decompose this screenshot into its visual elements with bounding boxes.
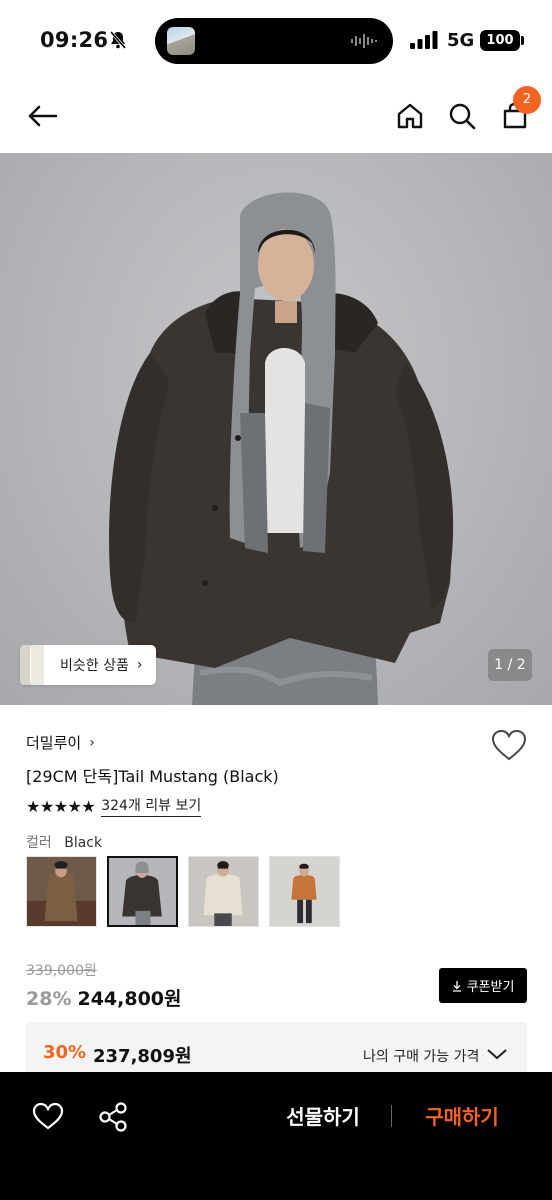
swatch-photo	[270, 857, 339, 926]
my-price: 237,809원	[93, 1046, 192, 1067]
status-bar: 09:26 5G 100	[0, 0, 552, 80]
network-label: 5G	[447, 30, 475, 51]
wishlist-heart-icon[interactable]	[490, 728, 528, 762]
sale-price: 244,800원	[77, 988, 182, 1010]
battery-tip	[521, 36, 524, 45]
home-button[interactable]	[390, 96, 430, 136]
similar-products-thumbnails	[20, 645, 46, 685]
color-swatch-camel[interactable]	[269, 856, 340, 927]
rating-stars: ★★★★★	[26, 796, 96, 816]
status-time: 09:26	[40, 28, 109, 52]
product-photo	[109, 192, 454, 705]
wishlist-heart-icon[interactable]	[30, 1100, 66, 1132]
battery-icon: 100	[480, 30, 520, 51]
similar-products-button[interactable]: 비슷한 상품 ›	[20, 645, 157, 685]
search-icon	[449, 103, 476, 130]
brand-link[interactable]: 더밀루이 ›	[26, 732, 95, 753]
coupon-label: 쿠폰받기	[466, 980, 515, 995]
color-swatch-black[interactable]	[107, 856, 178, 927]
product-image-carousel[interactable]: 비슷한 상품 › 1 / 2	[0, 153, 552, 705]
image-page-indicator: 1 / 2	[488, 649, 532, 681]
search-button[interactable]	[442, 96, 482, 136]
color-swatch-brown[interactable]	[26, 856, 97, 927]
swatch-photo	[189, 857, 258, 926]
product-title: [29CM 단독]Tail Mustang (Black)	[26, 767, 279, 786]
color-swatch-ivory[interactable]	[188, 856, 259, 927]
rating-row: ★★★★★ 324개 리뷰 보기	[26, 795, 202, 817]
chevron-down-icon	[487, 1049, 507, 1060]
color-label: 컬러	[26, 835, 52, 851]
buy-button[interactable]: 구매하기	[410, 1100, 514, 1134]
brand-name: 더밀루이	[26, 734, 82, 752]
audio-wave-icon	[351, 34, 377, 48]
bell-muted-icon	[109, 31, 127, 49]
back-button[interactable]	[22, 96, 62, 136]
color-swatches	[26, 856, 340, 927]
top-nav	[0, 84, 552, 150]
dynamic-island[interactable]	[155, 18, 393, 64]
similar-products-label: 비슷한 상품	[60, 658, 129, 674]
original-price: 339,000원	[26, 963, 97, 979]
cart-count-badge: 2	[513, 86, 541, 114]
bottom-bar-divider	[391, 1105, 392, 1127]
gift-button[interactable]: 선물하기	[270, 1100, 376, 1134]
home-icon	[397, 103, 423, 129]
swatch-photo	[109, 858, 176, 925]
color-row: 컬러 Black	[26, 832, 102, 852]
now-playing-thumbnail	[167, 27, 195, 55]
coupon-download-button[interactable]: 쿠폰받기	[439, 968, 527, 1003]
bottom-action-bar: 선물하기 구매하기	[0, 1072, 552, 1200]
review-link[interactable]: 324개 리뷰 보기	[101, 795, 202, 817]
download-icon	[452, 980, 461, 992]
color-value: Black	[64, 835, 103, 851]
swatch-photo	[27, 857, 96, 926]
chevron-right-icon: ›	[89, 734, 95, 751]
my-discount-rate: 30%	[43, 1042, 87, 1063]
signal-icon	[410, 31, 438, 49]
chevron-right-icon: ›	[136, 657, 143, 673]
share-icon[interactable]	[96, 1100, 130, 1134]
my-price-label: 나의 구매 가능 가격	[363, 1049, 480, 1065]
arrow-left-icon	[28, 105, 58, 127]
discount-rate: 28%	[26, 988, 72, 1010]
price-row: 28% 244,800원	[26, 984, 182, 1011]
